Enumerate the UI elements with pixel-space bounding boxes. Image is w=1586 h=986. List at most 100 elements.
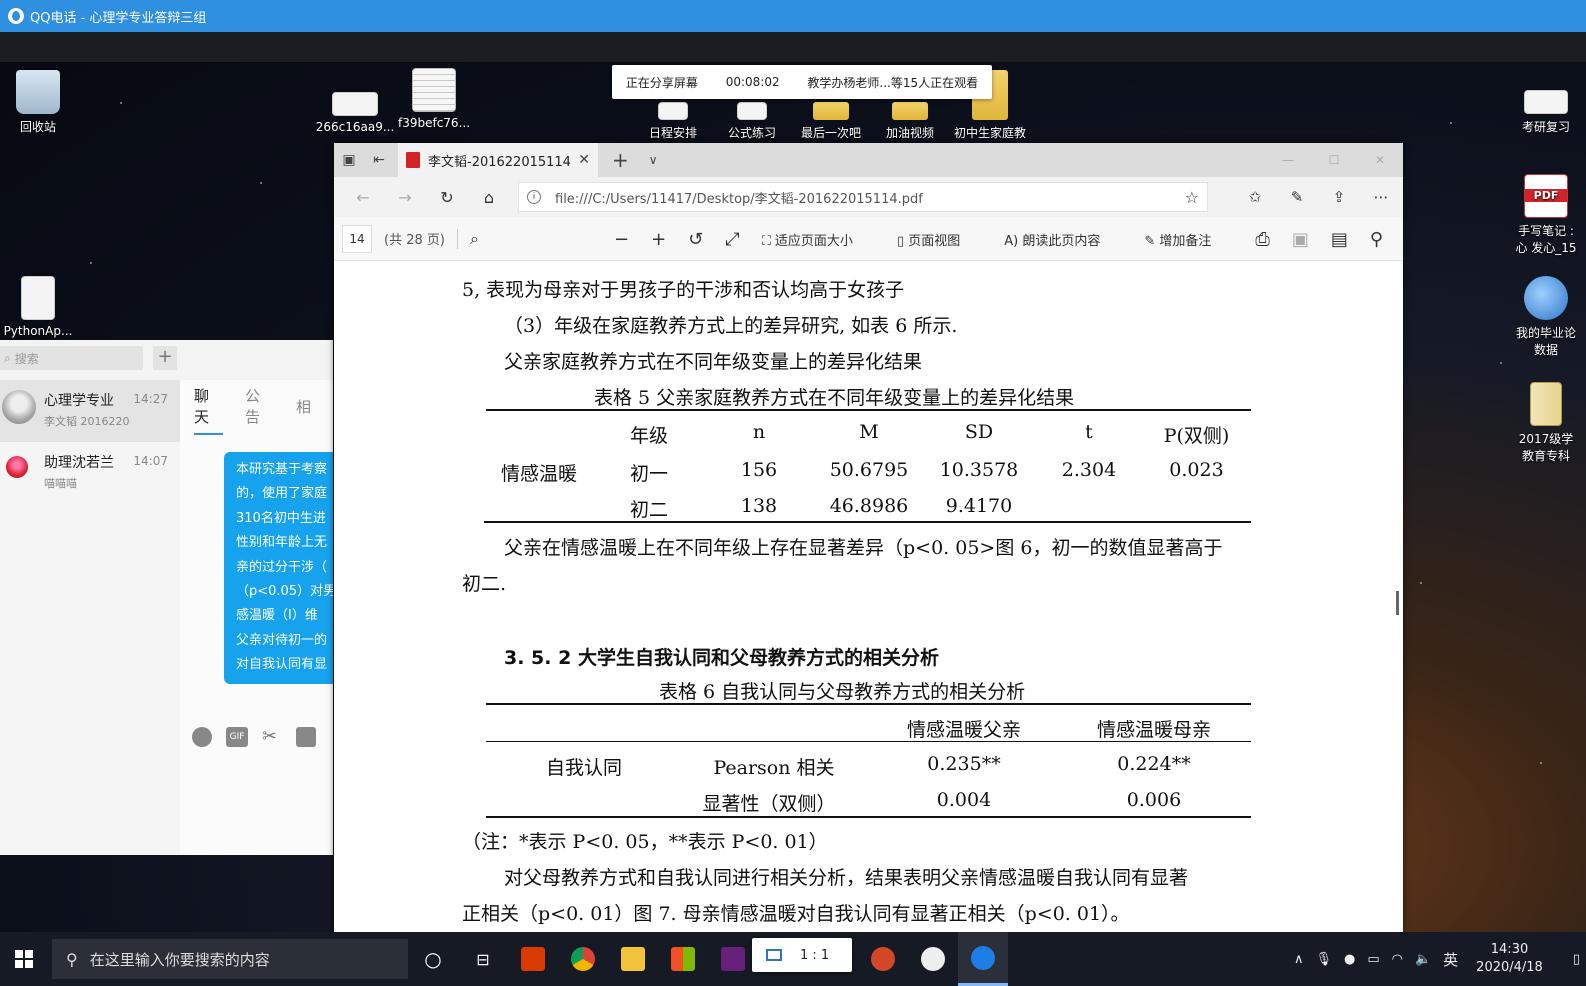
tab-bar: ▣ ⇤ 李文韬-201622015114.pdf ✕ + ∨ — ☐ ✕: [334, 143, 1403, 177]
ime-indicator[interactable]: 英: [1443, 949, 1458, 970]
print-icon[interactable]: ⎙: [1255, 229, 1269, 250]
taskbar-clock[interactable]: 14:30 2020/4/18: [1476, 941, 1543, 977]
desktop-icon-file-2[interactable]: f39befc76...: [394, 68, 474, 130]
info-icon[interactable]: i: [527, 190, 541, 204]
desktop-icon-thesis[interactable]: 我的毕业论 数据: [1506, 276, 1586, 358]
tab-announcement[interactable]: 公告: [245, 385, 274, 427]
tab-album[interactable]: 相: [296, 396, 311, 417]
microphone-icon[interactable]: 🎙: [1315, 952, 1332, 967]
taskbar-app-store[interactable]: [658, 932, 708, 986]
nav-right-tools: ✩ ✎ ⇪ ⋯: [1234, 188, 1402, 206]
tab-pdf-document[interactable]: 李文韬-201622015114.pdf ✕: [398, 143, 598, 177]
pdf-file-icon: [1524, 174, 1568, 218]
taskbar-app-edge[interactable]: [958, 932, 1008, 986]
qq-subbar: [0, 32, 1586, 62]
table-cell: Pearson 相关: [713, 757, 835, 779]
qq-tray-icon[interactable]: ●: [1344, 952, 1355, 967]
desktop-icon-formula[interactable]: 公式练习: [712, 102, 792, 141]
notification-icon[interactable]: ▯: [1573, 952, 1580, 967]
taskbar-app-chrome[interactable]: [558, 932, 608, 986]
more-icon[interactable]: ⋯: [1360, 188, 1402, 206]
taskbar-search-input[interactable]: ⚲ 在这里输入你要搜索的内容: [52, 939, 408, 979]
page-number-input[interactable]: 14: [342, 224, 372, 253]
share-icon[interactable]: ⇪: [1318, 188, 1360, 206]
address-bar[interactable]: i file:///C:/Users/11417/Desktop/李文韬-201…: [518, 182, 1208, 212]
rotate-icon[interactable]: ↺: [688, 229, 703, 250]
blank-file-icon: [21, 276, 55, 320]
refresh-button[interactable]: ↻: [426, 188, 468, 207]
read-aloud-button[interactable]: A) 朗读此页内容: [1004, 230, 1122, 249]
chat-message-bubble: 本研究基于考察 的，使用了家庭 310名初中生进 性别和年龄上无 亲的过分干涉（…: [224, 452, 333, 684]
volume-icon[interactable]: 🔈: [1415, 952, 1431, 967]
desktop-icon-python[interactable]: PythonAp...: [0, 276, 78, 338]
close-window-button[interactable]: ✕: [1357, 143, 1403, 177]
maximize-button[interactable]: ☐: [1311, 143, 1357, 177]
folder-icon: [813, 102, 849, 120]
page-view-button[interactable]: ▯ 页面视图: [897, 230, 982, 249]
list-item-group-chat[interactable]: 心理学专业 14:27 李文韬 2016220: [0, 380, 180, 442]
home-button[interactable]: ⌂: [468, 188, 510, 207]
set-aside-tabs-icon[interactable]: ⇤: [364, 152, 394, 168]
fit-page-button[interactable]: ⛶ 适应页面大小: [762, 230, 875, 249]
desktop-icon-recycle-bin[interactable]: 回收站: [0, 70, 78, 135]
list-item-assistant[interactable]: 助理沈若兰 14:07 喵喵喵: [0, 442, 180, 504]
table-cell: 初一: [629, 463, 668, 485]
pin-icon[interactable]: ⚲: [1370, 229, 1383, 250]
pen-icon[interactable]: ✎: [1276, 188, 1318, 206]
search-icon: ⌕: [4, 350, 11, 365]
table-rule: [486, 741, 1251, 742]
add-contact-button[interactable]: +: [153, 346, 177, 370]
taskbar-app-powerpoint[interactable]: [858, 932, 908, 986]
back-button[interactable]: ←: [342, 188, 384, 207]
tab-chat[interactable]: 聊天: [194, 385, 223, 435]
chevron-down-icon[interactable]: ∨: [649, 153, 658, 167]
section-heading: 3. 5. 2 大学生自我认同和父母教养方式的相关分析: [504, 647, 939, 669]
save-icon[interactable]: ▣: [1292, 229, 1309, 250]
forward-button[interactable]: →: [384, 188, 426, 207]
add-notes-button[interactable]: ✎ 增加备注: [1144, 230, 1233, 249]
taskbar-app-visual-studio[interactable]: [708, 932, 758, 986]
url-text: file:///C:/Users/11417/Desktop/李文韬-20162…: [555, 191, 923, 207]
scrollbar-thumb[interactable]: [1396, 591, 1399, 615]
task-view-button[interactable]: ⊟: [458, 932, 508, 986]
minimize-button[interactable]: —: [1265, 143, 1311, 177]
wifi-icon[interactable]: ◠: [1392, 952, 1403, 967]
save-as-icon[interactable]: ▤: [1331, 229, 1348, 250]
desktop-icon-file-1[interactable]: 266c16aa9...: [315, 92, 395, 134]
gif-icon[interactable]: GIF: [226, 727, 248, 747]
taskbar-app-office[interactable]: [508, 932, 558, 986]
aspect-ratio-popup[interactable]: 1 : 1: [752, 938, 852, 972]
cortana-button[interactable]: ○: [408, 932, 458, 986]
fullscreen-icon[interactable]: ⤢: [725, 229, 739, 250]
zoom-in-button[interactable]: +: [651, 229, 666, 250]
desktop-icon-kaoyan[interactable]: 考研复习: [1506, 90, 1586, 135]
start-button[interactable]: [0, 932, 48, 986]
taskbar-app-explorer[interactable]: [608, 932, 658, 986]
favorites-icon[interactable]: ✩: [1234, 188, 1276, 206]
desktop-icon-notes[interactable]: 手写笔记 : 心 发心_15: [1506, 174, 1586, 256]
desktop-icon-video[interactable]: 加油视频: [870, 102, 950, 141]
pdf-text-line: 5, 表现为母亲对于男孩子的干涉和否认均高于女孩子: [462, 279, 905, 301]
close-icon[interactable]: ✕: [578, 152, 590, 168]
desktop-icon-schedule[interactable]: 日程安排: [633, 102, 713, 141]
zoom-out-button[interactable]: −: [614, 229, 629, 250]
formula-file-icon: [737, 102, 767, 120]
favorite-star-icon[interactable]: ☆: [1185, 188, 1199, 207]
new-tab-button[interactable]: +: [612, 148, 629, 172]
edge-icon: [971, 945, 995, 970]
battery-icon[interactable]: ▭: [1367, 952, 1379, 967]
desktop-icon-last[interactable]: 最后一次吧: [791, 102, 871, 141]
emoji-icon[interactable]: [192, 727, 212, 747]
table-rule: [484, 521, 1251, 523]
contact-list: 心理学专业 14:27 李文韬 2016220 助理沈若兰 14:07 喵喵喵: [0, 380, 180, 855]
folder-icon[interactable]: [296, 727, 316, 747]
scissors-icon[interactable]: ✂: [262, 727, 282, 747]
tab-preview-icon[interactable]: ▣: [334, 152, 364, 168]
chat-main: 聊天 公告 相 本研究基于考察 的，使用了家庭 310名初中生进 性别和年龄上无…: [180, 380, 333, 855]
pdf-text-line: 父亲家庭教养方式在不同年级变量上的差异化结果: [504, 351, 923, 373]
desktop-icon-edu[interactable]: 2017级学 教育专科: [1506, 382, 1586, 464]
contact-search-input[interactable]: ⌕ 搜索: [0, 346, 143, 370]
taskbar-app-qq[interactable]: [908, 932, 958, 986]
chevron-up-icon[interactable]: ∧: [1294, 952, 1304, 967]
search-icon[interactable]: ⌕: [470, 229, 479, 249]
